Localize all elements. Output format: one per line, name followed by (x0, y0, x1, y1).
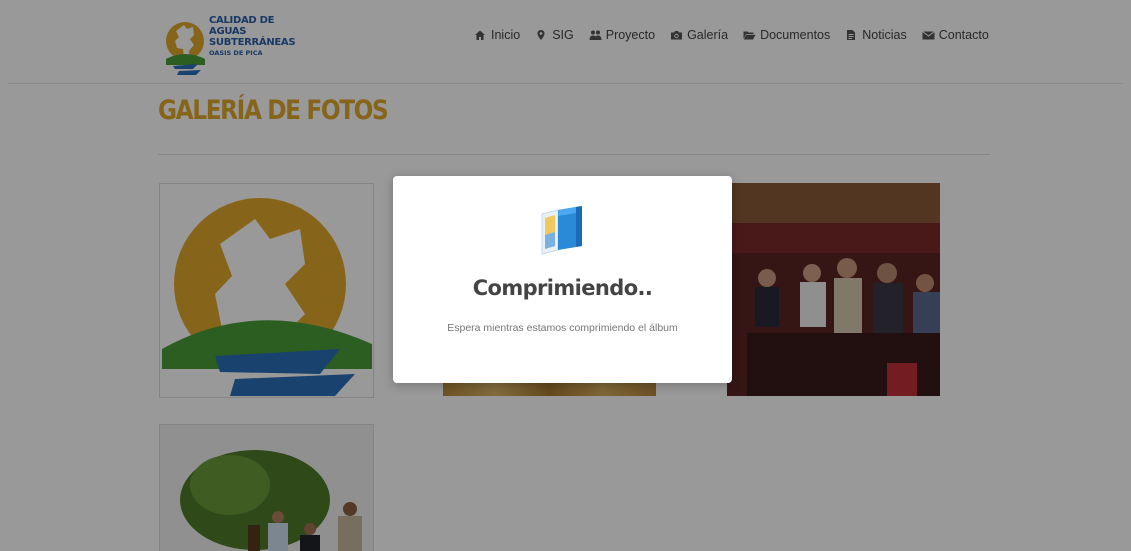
compress-modal: Comprimiendo.. Espera mientras estamos c… (393, 176, 732, 383)
modal-message: Espera mientras estamos comprimiendo el … (447, 322, 678, 334)
album-icon (536, 202, 588, 256)
modal-title: Comprimiendo.. (472, 276, 653, 300)
